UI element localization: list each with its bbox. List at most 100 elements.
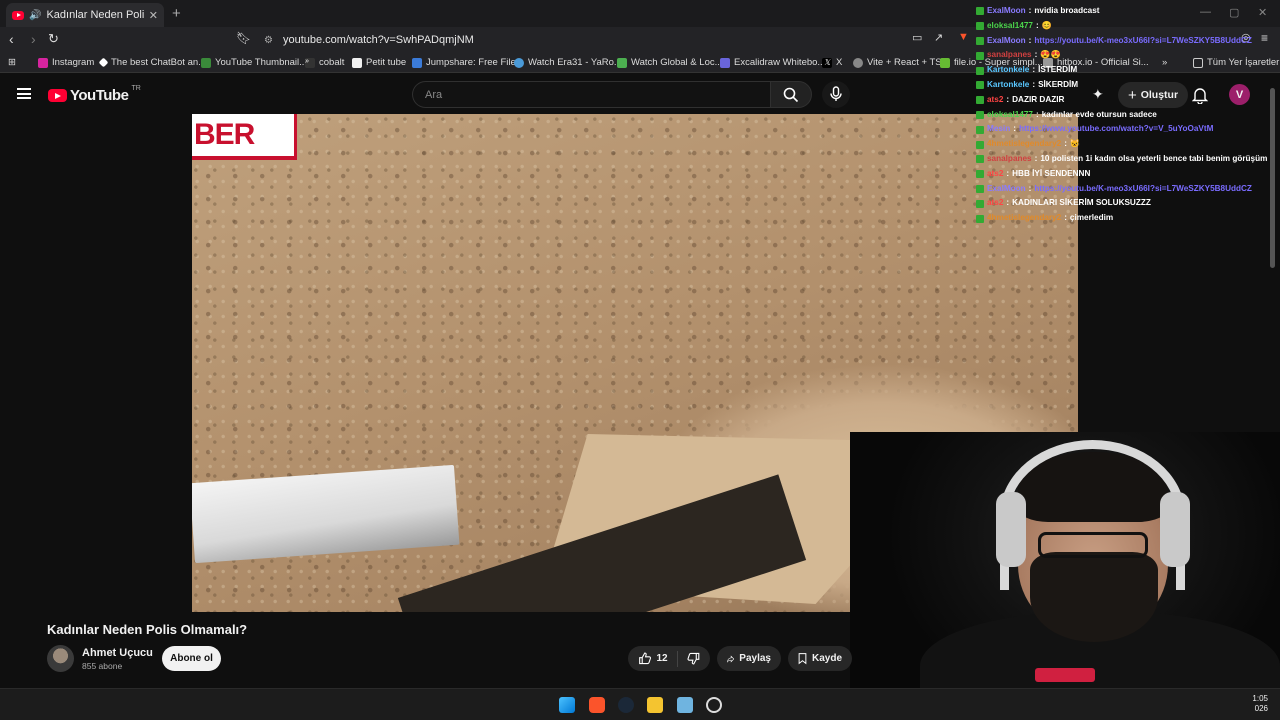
chat-username: ExalMoon [987,35,1026,45]
chat-message: eloksal1477: 😊 [976,19,1276,34]
chat-badge-icon [976,155,984,164]
chat-message: 4hmetislegendary2: çimerledim [976,211,1276,226]
chat-username: eloksal1477 [987,109,1033,119]
bookmark-x[interactable]: 𝕏X [822,57,842,68]
chat-username: ExalMoon [987,183,1026,193]
app-icon[interactable] [706,697,722,713]
bookmark-era31[interactable]: Watch Era31 - YaRo... [514,57,622,68]
site-settings-icon[interactable]: ⚙ [264,35,273,46]
chat-message: eloksal1477: kadınlar evde otursun sadece [976,108,1276,123]
share-button[interactable]: Paylaş [717,646,781,671]
apps-grid-icon[interactable]: ⊞ [8,57,16,68]
youtube-logo[interactable]: YouTube TR [48,85,141,104]
bookmark-page-icon[interactable]: 🔖︎ [236,31,251,45]
chat-username: sanalpanes [987,50,1032,60]
photos-icon[interactable] [677,697,693,713]
bookmark-petit-tube[interactable]: Petit tube [352,57,406,68]
like-count: 12 [656,653,668,664]
chat-username: ExalMoon [987,6,1026,15]
chat-message: ExalMoon: nvidia broadcast [976,4,1276,19]
chat-link[interactable]: https://youtu.be/K-meo3xU66I?si=L7WeSZKY… [1034,34,1252,49]
chat-link[interactable]: https://youtu.be/K-meo3xU66I?si=L7WeSZKY… [1034,182,1252,197]
bookmark-youtube-thumbnail[interactable]: YouTube Thumbnail... [201,57,307,68]
chat-link[interactable]: https://www.youtube.com/watch?v=V_5uYoOa… [1019,122,1213,137]
microphone-icon [830,86,842,101]
chat-username: sanalpanes [987,153,1032,163]
forward-icon[interactable]: › [31,31,36,47]
share-arrow-icon [727,655,735,663]
back-icon[interactable]: ‹ [9,31,14,47]
like-icon[interactable] [638,651,652,666]
bookmark-chatbot[interactable]: The best ChatBot an... [98,57,206,68]
save-button[interactable]: Kayde [788,646,852,671]
chat-separator: : [1035,20,1039,30]
share-page-icon[interactable]: ↗ [934,31,943,44]
chat-separator: : [1064,139,1067,149]
speaker-icon[interactable]: 🔊 [29,10,41,21]
steam-icon[interactable] [618,697,634,713]
chat-username: ats2 [987,198,1004,208]
chat-text: 😍😍 [1040,50,1061,60]
chat-username: 4hmetislegendary2 [987,139,1062,149]
chat-separator: : [1032,65,1036,75]
chat-separator: : [1006,94,1010,104]
windows-start-icon[interactable] [559,697,575,713]
streamer-webcam [850,432,1280,688]
brave-shield-icon[interactable]: ▼ [958,31,969,43]
cast-icon[interactable]: ▭ [912,31,922,44]
chat-text: DAZIR DAZIR [1012,94,1065,104]
save-bookmark-icon [798,653,807,665]
brave-browser-icon[interactable] [589,697,605,713]
chat-message: ats2: HBB İYİ SENDENNN [976,167,1276,182]
chat-message: Kartonkele: İSTERDİM [976,63,1276,78]
channel-name[interactable]: Ahmet Uçucu [82,647,153,659]
bookmark-vite[interactable]: Vite + React + TS [853,57,942,68]
chat-separator: : [1035,109,1039,119]
youtube-play-icon [48,89,67,102]
dislike-icon[interactable] [686,651,700,666]
video-frame-white-wreckage [192,464,460,564]
tab-title: Kadınlar Neden Polis Olmamalı? [46,9,143,21]
chat-username: Kartonkele [987,79,1030,89]
chat-text: 😺 [1069,139,1081,149]
chat-separator: : [1028,183,1032,193]
chat-message: sanalpanes:10 polisten 1i kadın olsa yet… [976,152,1276,167]
chat-badge-icon [976,36,984,45]
subscribe-button[interactable]: Abone ol [162,646,221,671]
search-input[interactable]: Ara [412,81,770,108]
bookmark-jumpshare[interactable]: Jumpshare: Free File... [412,57,524,68]
system-clock[interactable]: 1:05 026 [1252,694,1268,714]
bookmark-excalidraw[interactable]: Excalidraw Whitebo... [720,57,825,68]
chat-message: 4hmetislegendary2: 😺 [976,137,1276,152]
hamburger-menu-icon[interactable] [17,88,31,99]
tab-close-icon[interactable]: ✕ [149,9,158,22]
file-explorer-icon[interactable] [647,697,663,713]
chat-badge-icon [976,81,984,90]
chat-message: ats2: DAZIR DAZIR [976,93,1276,108]
headset-right-cup [1160,492,1190,567]
chat-badge-icon [976,96,984,105]
chat-badge-icon [976,110,984,119]
search-button[interactable] [770,81,812,108]
bookmark-cobalt[interactable]: » cobalt [305,57,344,68]
browser-tab-active[interactable]: 🔊 Kadınlar Neden Polis Olmamalı? ✕ [6,3,164,27]
chat-message: ExalMoon: https://youtu.be/K-meo3xU66I?si… [976,34,1276,49]
reload-icon[interactable]: ↻ [48,31,59,47]
chat-badge-icon [976,199,984,208]
chat-text: İSTERDİM [1038,65,1078,75]
chat-badge-icon [976,184,984,193]
chat-text: kadınlar evde otursun sadece [1041,109,1157,119]
chat-separator: : [1028,6,1032,15]
new-tab-button[interactable]: + [172,5,181,22]
bookmark-watch-global[interactable]: Watch Global & Loc... [617,57,723,68]
bookmark-instagram[interactable]: Instagram [38,57,94,68]
stream-chat-overlay: ExalMoon: nvidia broadcast eloksal1477: 😊 Ex… [976,4,1276,226]
channel-avatar[interactable] [47,645,74,672]
chat-text: KADINLARI SİKERİM SOLUKSUZZZ [1012,198,1151,208]
address-bar[interactable]: ⚙ youtube.com/watch?v=SwhPADqmjNM [256,29,896,51]
chat-username: Mesin [987,124,1011,134]
chat-text: 10 polisten 1i kadın olsa yeterli bence … [1040,153,1268,163]
voice-search-button[interactable] [822,81,850,108]
headset-left-cup [996,492,1026,567]
windows-taskbar: 1:05 026 [0,688,1280,720]
